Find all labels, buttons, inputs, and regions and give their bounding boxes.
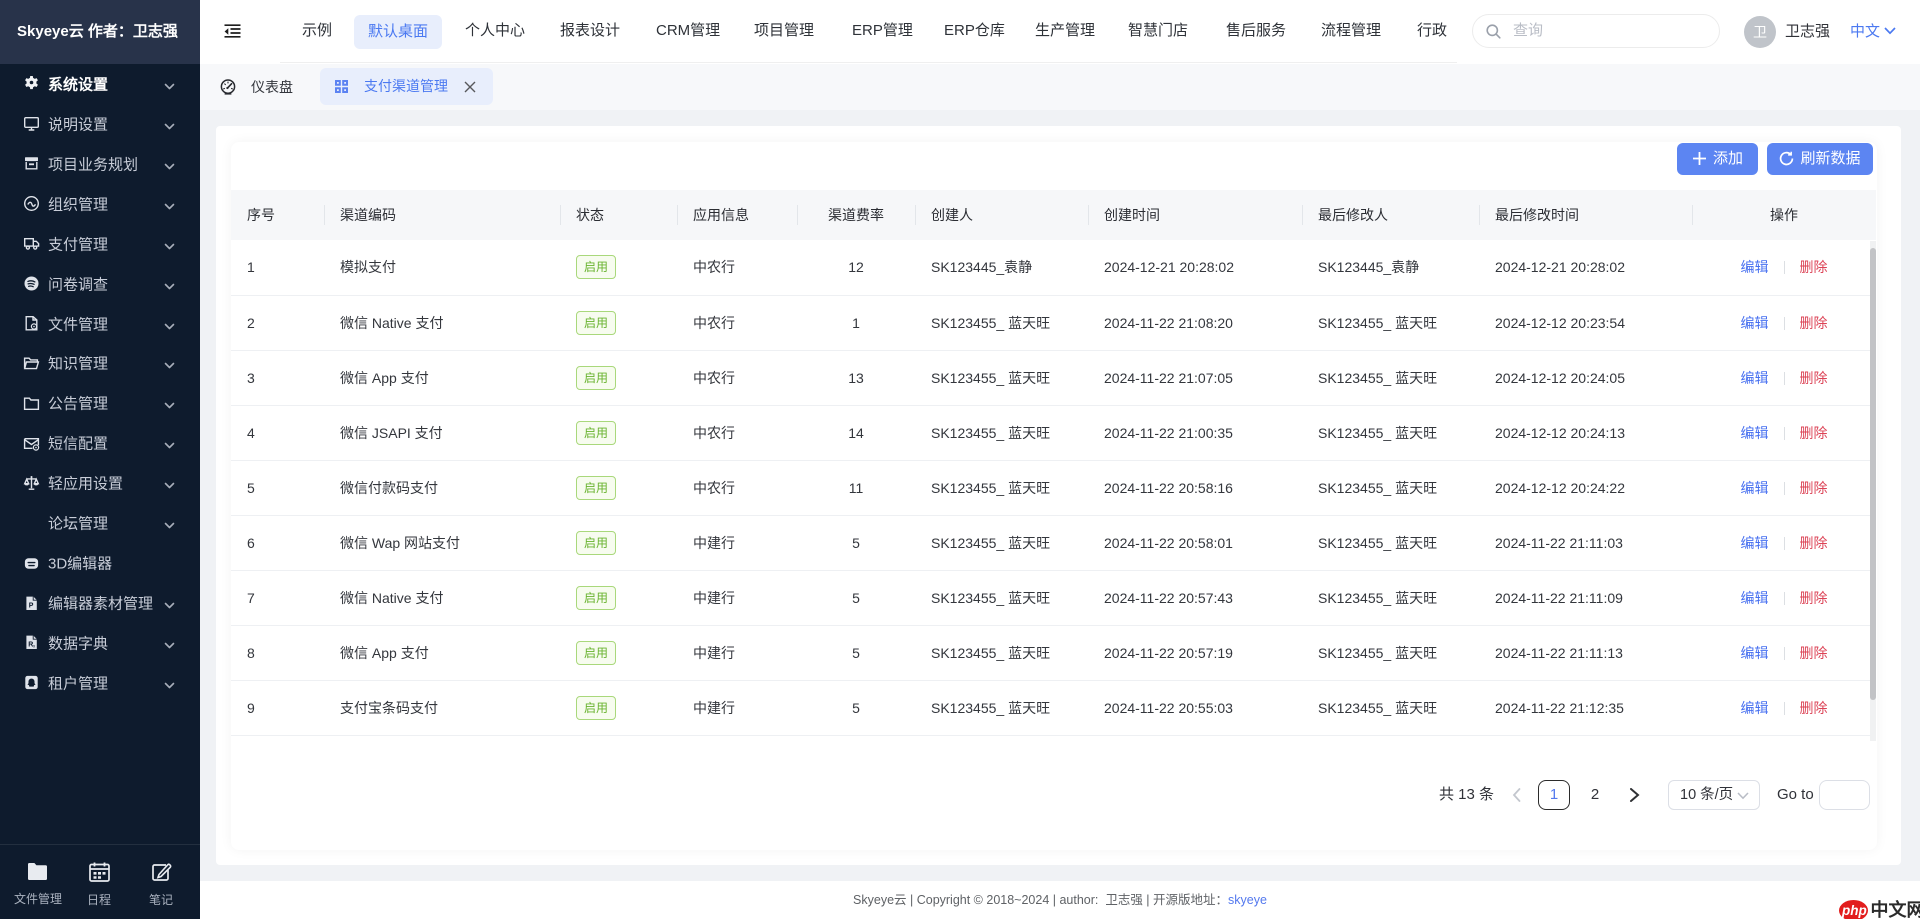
svg-text:中文网: 中文网: [1871, 899, 1920, 919]
svg-text:php: php: [1841, 903, 1867, 918]
svg-text:P: P: [29, 602, 34, 609]
